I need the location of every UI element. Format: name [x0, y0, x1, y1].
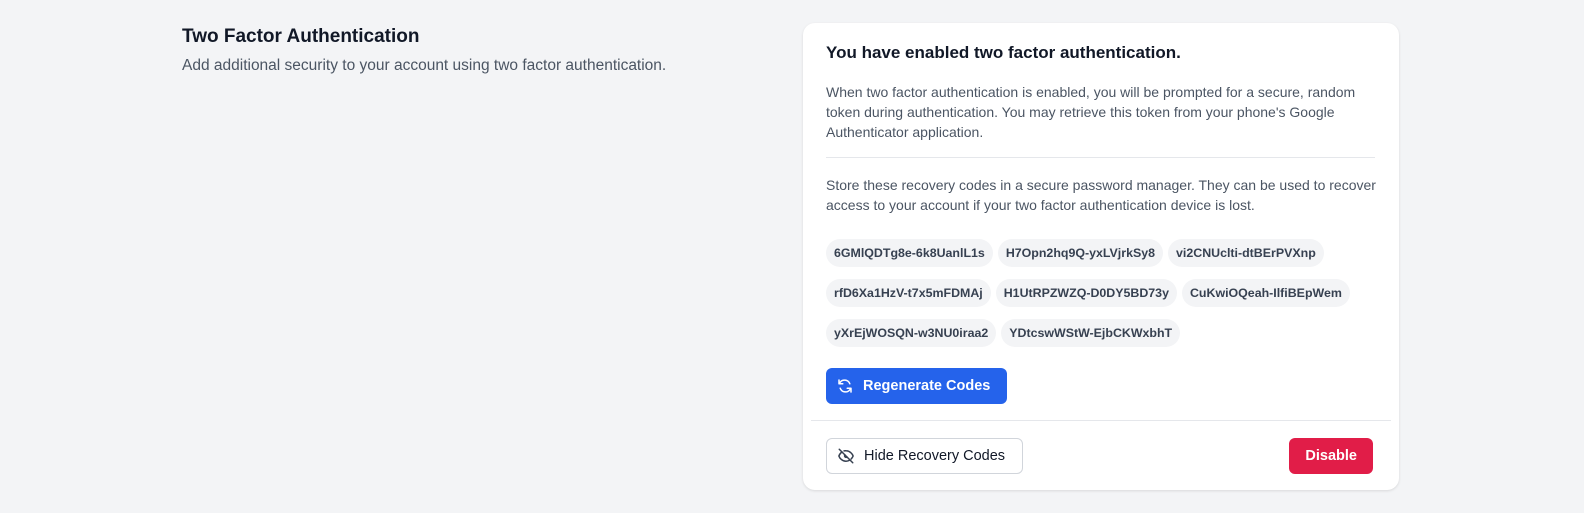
section-description: Add additional security to your account …	[182, 57, 667, 74]
regenerate-codes-button[interactable]: Regenerate Codes	[826, 368, 1008, 404]
recovery-code: H7Opn2hq9Q-yxLVjrkSy8	[997, 239, 1164, 267]
recovery-code: H1UtRPZWZQ-D0DY5BD73y	[995, 279, 1177, 307]
refresh-icon	[836, 377, 854, 395]
recovery-code: rfD6Xa1HzV-t7x5mFDMAj	[826, 279, 991, 307]
eye-slash-icon	[837, 447, 855, 465]
section-title: Two Factor Authentication	[182, 26, 420, 47]
recovery-codes-instructions: Store these recovery codes in a secure p…	[826, 177, 1376, 213]
disable-button[interactable]: Disable	[1289, 438, 1373, 474]
hide-recovery-codes-button[interactable]: Hide Recovery Codes	[826, 438, 1024, 474]
hide-recovery-codes-label: Hide Recovery Codes	[864, 448, 1006, 464]
regenerate-codes-label: Regenerate Codes	[863, 378, 991, 394]
card-intro-text: When two factor authentication is enable…	[826, 84, 1356, 140]
recovery-code: 6GMlQDTg8e-6k8UanlL1s	[826, 239, 993, 267]
recovery-code: YDtcswWStW-EjbCKWxbhT	[1001, 319, 1181, 347]
footer-divider	[811, 420, 1391, 421]
two-factor-card: You have enabled two factor authenticati…	[803, 23, 1399, 490]
recovery-code: CuKwiOQeah-IlfiBEpWem	[1181, 279, 1350, 307]
section-info: Two Factor Authentication Add additional…	[182, 25, 742, 77]
recovery-codes-list: 6GMlQDTg8e-6k8UanlL1s H7Opn2hq9Q-yxLVjrk…	[826, 239, 1386, 347]
recovery-code: yXrEjWOSQN-w3NU0iraa2	[826, 319, 997, 347]
card-heading: You have enabled two factor authenticati…	[826, 43, 1181, 62]
recovery-code: vi2CNUclti-dtBErPVXnp	[1168, 239, 1324, 267]
divider	[826, 157, 1375, 158]
